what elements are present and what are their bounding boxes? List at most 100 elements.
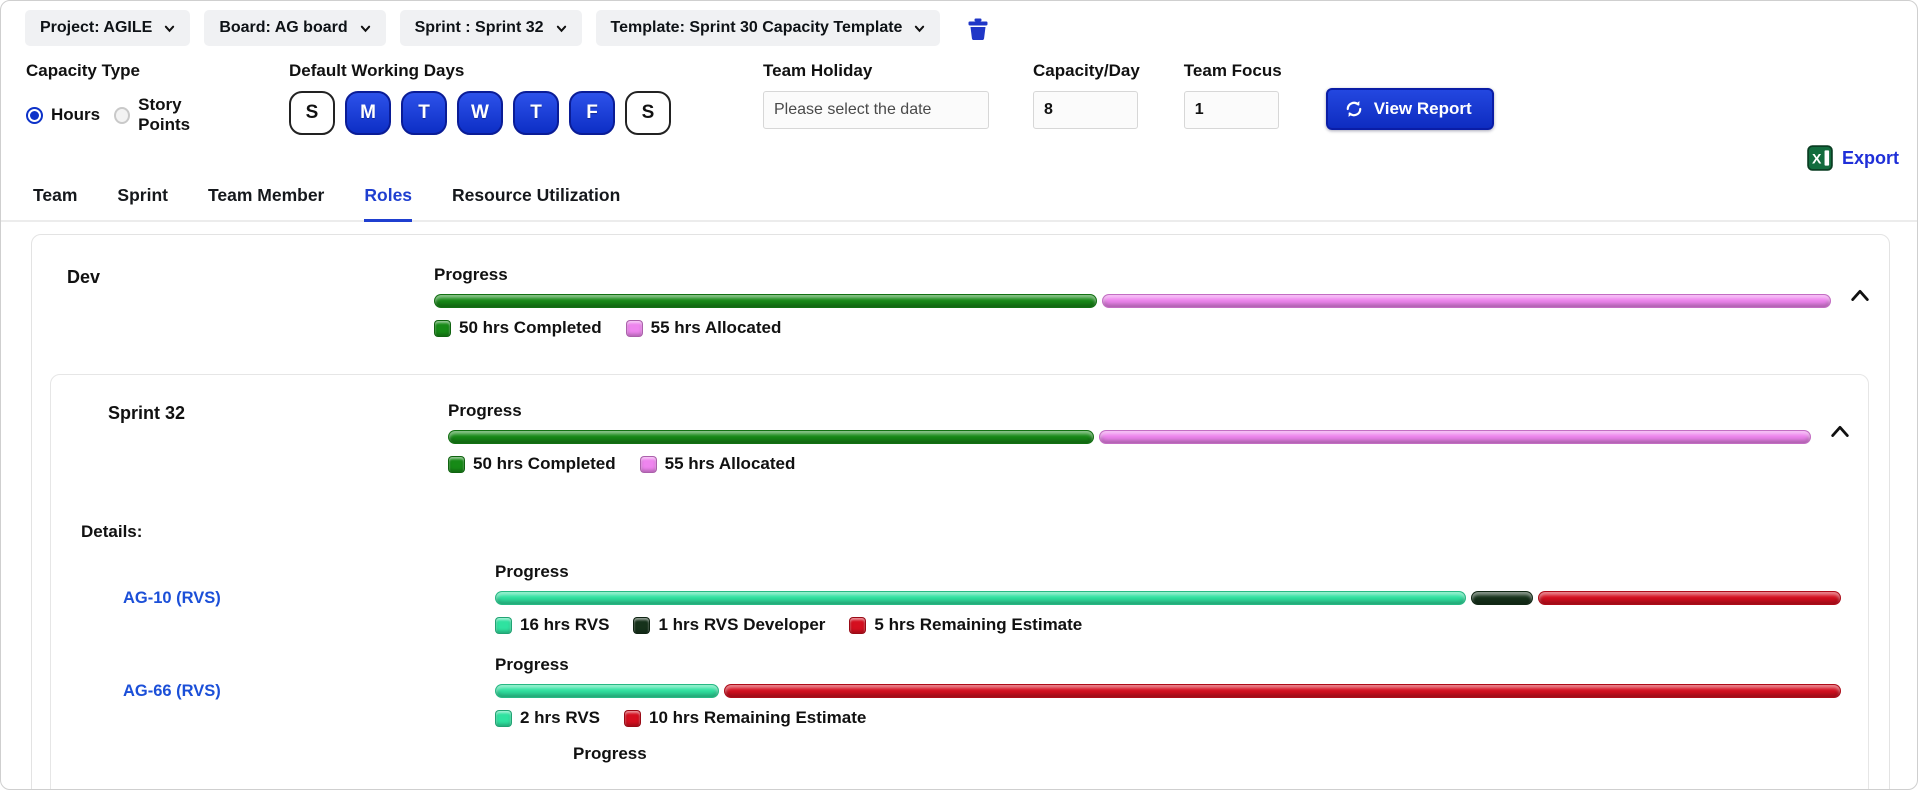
working-day-button-w[interactable]: W [457,91,503,135]
radio-story-points[interactable]: Story Points [114,95,231,135]
progress-segment-completed_green [434,294,1097,308]
collapse-team-button[interactable] [1849,287,1871,303]
view-report-label: View Report [1374,99,1472,119]
radio-story-points-label: Story Points [138,95,231,135]
template-dropdown[interactable]: Template: Sprint 30 Capacity Template [596,10,941,46]
sprint-dropdown-label: Sprint : Sprint 32 [415,19,544,37]
team-row: Dev Progress 50 hrs Completed55 hrs Allo… [32,265,1889,338]
team-focus-input[interactable] [1184,91,1279,129]
legend-label: 5 hrs Remaining Estimate [874,615,1082,635]
working-day-button-f[interactable]: F [569,91,615,135]
capacity-per-day-label: Capacity/Day [1033,61,1140,81]
legend-label: 55 hrs Allocated [665,454,796,474]
radio-selected-icon [26,107,43,124]
progress-title: Progress [495,562,1841,582]
chevron-down-icon [556,23,567,34]
tab-team-member[interactable]: Team Member [208,185,324,220]
legend-item: 55 hrs Allocated [626,318,782,338]
refresh-icon [1344,99,1364,119]
working-day-button-t[interactable]: T [513,91,559,135]
legend-swatch [448,456,465,473]
tab-sprint[interactable]: Sprint [117,185,168,220]
capacity-per-day-input[interactable] [1033,91,1138,129]
export-row: X Export [1,143,1917,173]
legend-label: 16 hrs RVS [520,615,609,635]
legend-item: 2 hrs RVS [495,708,600,728]
progress-bar [495,684,1841,698]
project-dropdown[interactable]: Project: AGILE [25,10,190,46]
sprint-card: Sprint 32 Progress 50 hrs Completed 55 hr… [50,374,1869,790]
collapse-sprint-button[interactable] [1829,423,1851,439]
progress-title: Progress [495,655,1841,675]
project-dropdown-label: Project: AGILE [40,19,152,37]
legend-swatch [624,710,641,727]
progress-segment-allocated_violet [1102,294,1831,308]
team-progress: Progress 50 hrs Completed 55 hrs Allocate… [434,265,1831,338]
issue-progress: Progress 16 hrs RVS 1 hrs RVS Developer 5 … [495,562,1841,635]
detail-row: AG-66 (RVS) Progress 2 hrs RVS 10 hrs Rem… [51,655,1868,728]
progress-bar [434,294,1831,308]
progress-title: Progress [448,401,1811,421]
board-dropdown[interactable]: Board: AG board [204,10,385,46]
working-day-button-m[interactable]: M [345,91,391,135]
radio-hours[interactable]: Hours [26,105,100,125]
working-day-button-s[interactable]: S [625,91,671,135]
legend-item: 5 hrs Remaining Estimate [849,615,1082,635]
chevron-up-icon [1829,423,1851,439]
toolbar: Project: AGILE Board: AG board Sprint : … [1,1,1917,46]
sprint-title: Sprint 32 [108,401,448,424]
legend-swatch [626,320,643,337]
team-holiday-group: Team Holiday [763,61,989,129]
progress-legend: 50 hrs Completed 55 hrs Allocated [448,454,1811,474]
export-button[interactable]: X Export [1807,145,1899,171]
legend-item: 55 hrs Allocated [640,454,796,474]
progress-title: Progress [434,265,1831,285]
tab-roles[interactable]: Roles [364,185,412,222]
working-day-button-t[interactable]: T [401,91,447,135]
delete-template-button[interactable] [966,15,990,41]
tab-resource-utilization[interactable]: Resource Utilization [452,185,620,220]
issue-link-ag66[interactable]: AG-66 (RVS) [81,682,495,701]
legend-item: 16 hrs RVS [495,615,609,635]
legend-item: 1 hrs RVS Developer [633,615,825,635]
legend-label: 1 hrs RVS Developer [658,615,825,635]
progress-legend: 16 hrs RVS 1 hrs RVS Developer 5 hrs Remai… [495,615,1841,635]
working-day-button-s[interactable]: S [289,91,335,135]
progress-segment-rvs_green [495,684,719,698]
legend-label: 50 hrs Completed [473,454,616,474]
capacity-per-day-group: Capacity/Day [1033,61,1140,129]
progress-segment-allocated_violet [1099,430,1811,444]
details-title: Details: [81,522,1868,542]
cropped-progress-title: Progress [573,744,1868,764]
progress-segment-completed_green [448,430,1094,444]
issue-link-ag10[interactable]: AG-10 (RVS) [81,589,495,608]
progress-segment-remaining_red [1538,591,1841,605]
team-holiday-input[interactable] [763,91,989,129]
team-holiday-label: Team Holiday [763,61,989,81]
legend-item: 10 hrs Remaining Estimate [624,708,866,728]
excel-icon: X [1807,145,1833,171]
progress-segment-rvs_dev_green [1471,591,1532,605]
issue-progress: Progress 2 hrs RVS 10 hrs Remaining Estim… [495,655,1841,728]
capacity-type-options: Hours Story Points [26,95,231,135]
legend-label: 10 hrs Remaining Estimate [649,708,866,728]
progress-legend: 2 hrs RVS 10 hrs Remaining Estimate [495,708,1841,728]
legend-label: 55 hrs Allocated [651,318,782,338]
sprint-row: Sprint 32 Progress 50 hrs Completed 55 hr… [51,401,1868,474]
progress-bar [495,591,1841,605]
team-focus-label: Team Focus [1184,61,1282,81]
legend-item: 50 hrs Completed [448,454,616,474]
detail-row: AG-10 (RVS) Progress 16 hrs RVS 1 hrs RVS… [51,562,1868,635]
legend-swatch [633,617,650,634]
view-report-button[interactable]: View Report [1326,88,1494,130]
legend-label: 50 hrs Completed [459,318,602,338]
capacity-type-group: Capacity Type Hours Story Points [26,61,231,135]
chevron-down-icon [914,23,925,34]
legend-label: 2 hrs RVS [520,708,600,728]
progress-segment-remaining_red [724,684,1841,698]
board-dropdown-label: Board: AG board [219,19,347,37]
sprint-dropdown[interactable]: Sprint : Sprint 32 [400,10,582,46]
working-days-group: Default Working Days SMTWTFS [289,61,671,135]
tab-team[interactable]: Team [33,185,77,220]
chevron-down-icon [360,23,371,34]
